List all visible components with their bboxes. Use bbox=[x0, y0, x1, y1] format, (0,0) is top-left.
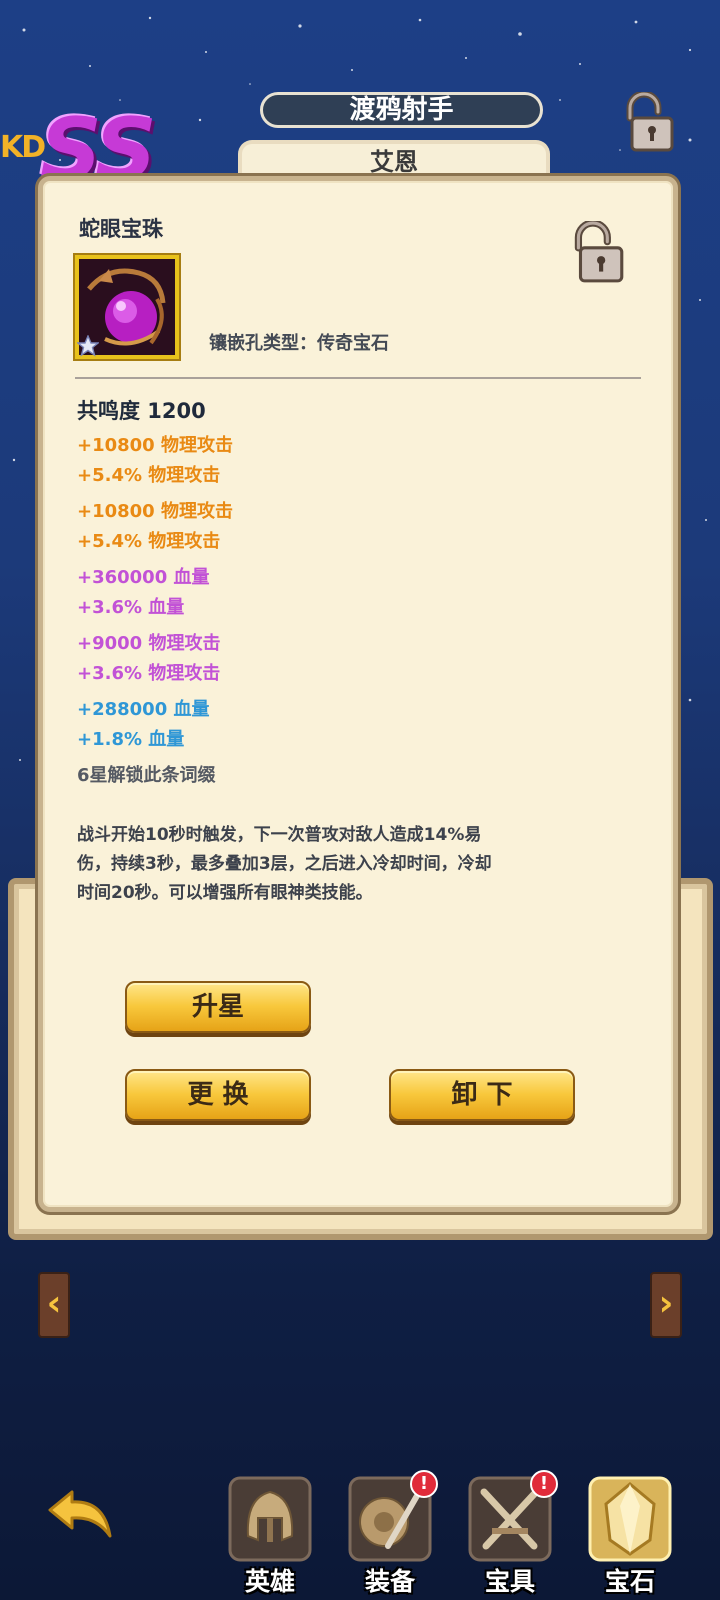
stat-line: +10800 物理攻击 bbox=[77, 435, 233, 456]
nav-label: 英雄 bbox=[244, 1567, 295, 1596]
nav-label: 宝具 bbox=[484, 1567, 535, 1596]
stat-line: +5.4% 物理攻击 bbox=[77, 531, 221, 552]
stat-line: +360000 血量 bbox=[77, 567, 210, 588]
stat-line: +5.4% 物理攻击 bbox=[77, 465, 221, 486]
nav-label: 装备 bbox=[364, 1567, 415, 1596]
notification-badge: ! bbox=[410, 1470, 438, 1498]
stat-line: +3.6% 物理攻击 bbox=[77, 663, 221, 684]
replace-button[interactable]: 更 换 bbox=[125, 1069, 311, 1121]
skill-description: 战斗开始10秒时触发，下一次普攻对敌人造成14%易伤，持续3秒，最多叠加3层，之… bbox=[77, 825, 492, 903]
gem-lock-icon[interactable] bbox=[565, 219, 629, 289]
gem-name: 蛇眼宝珠 bbox=[79, 217, 163, 241]
remove-button[interactable]: 卸 下 bbox=[389, 1069, 575, 1121]
stat-line: +9000 物理攻击 bbox=[77, 633, 221, 654]
hero-title-bar: 渡鸦射手 bbox=[260, 92, 543, 128]
resonance-value: 共鸣度 1200 bbox=[77, 399, 206, 423]
nav-tab-artifact[interactable]: ! 宝具 bbox=[464, 1470, 558, 1600]
upgrade-star-button[interactable]: 升星 bbox=[125, 981, 311, 1033]
stat-line: +1.8% 血量 bbox=[77, 729, 185, 750]
stat-line: +288000 血量 bbox=[77, 699, 210, 720]
socket-type-label: 镶嵌孔类型：传奇宝石 bbox=[209, 333, 389, 354]
nav-tab-equipment[interactable]: ! 装备 bbox=[344, 1470, 438, 1600]
gem-icon bbox=[588, 1476, 672, 1562]
back-arrow-icon[interactable] bbox=[44, 1486, 116, 1550]
star-rating-icon bbox=[77, 335, 99, 357]
gem-detail-panel: 蛇眼宝珠 镶嵌孔类型：传奇宝石 共鸣度 1200 +10800 物理攻击 +5.… bbox=[38, 176, 678, 1212]
nav-tab-gem[interactable]: 宝石 bbox=[584, 1476, 676, 1600]
helmet-icon bbox=[228, 1476, 312, 1562]
divider bbox=[75, 377, 641, 379]
notification-badge: ! bbox=[530, 1470, 558, 1498]
prev-arrow-button[interactable]: ‹ bbox=[38, 1272, 70, 1338]
hero-lock-icon[interactable] bbox=[618, 90, 678, 158]
stat-line: +10800 物理攻击 bbox=[77, 501, 233, 522]
gem-icon[interactable] bbox=[75, 255, 179, 359]
rank-prefix-text: KD bbox=[0, 130, 46, 165]
locked-affix-note: 6星解锁此条词缀 bbox=[77, 765, 216, 786]
nav-tab-hero[interactable]: 英雄 bbox=[224, 1476, 316, 1600]
stat-line: +3.6% 血量 bbox=[77, 597, 185, 618]
nav-label: 宝石 bbox=[604, 1567, 655, 1596]
next-arrow-button[interactable]: › bbox=[650, 1272, 682, 1338]
